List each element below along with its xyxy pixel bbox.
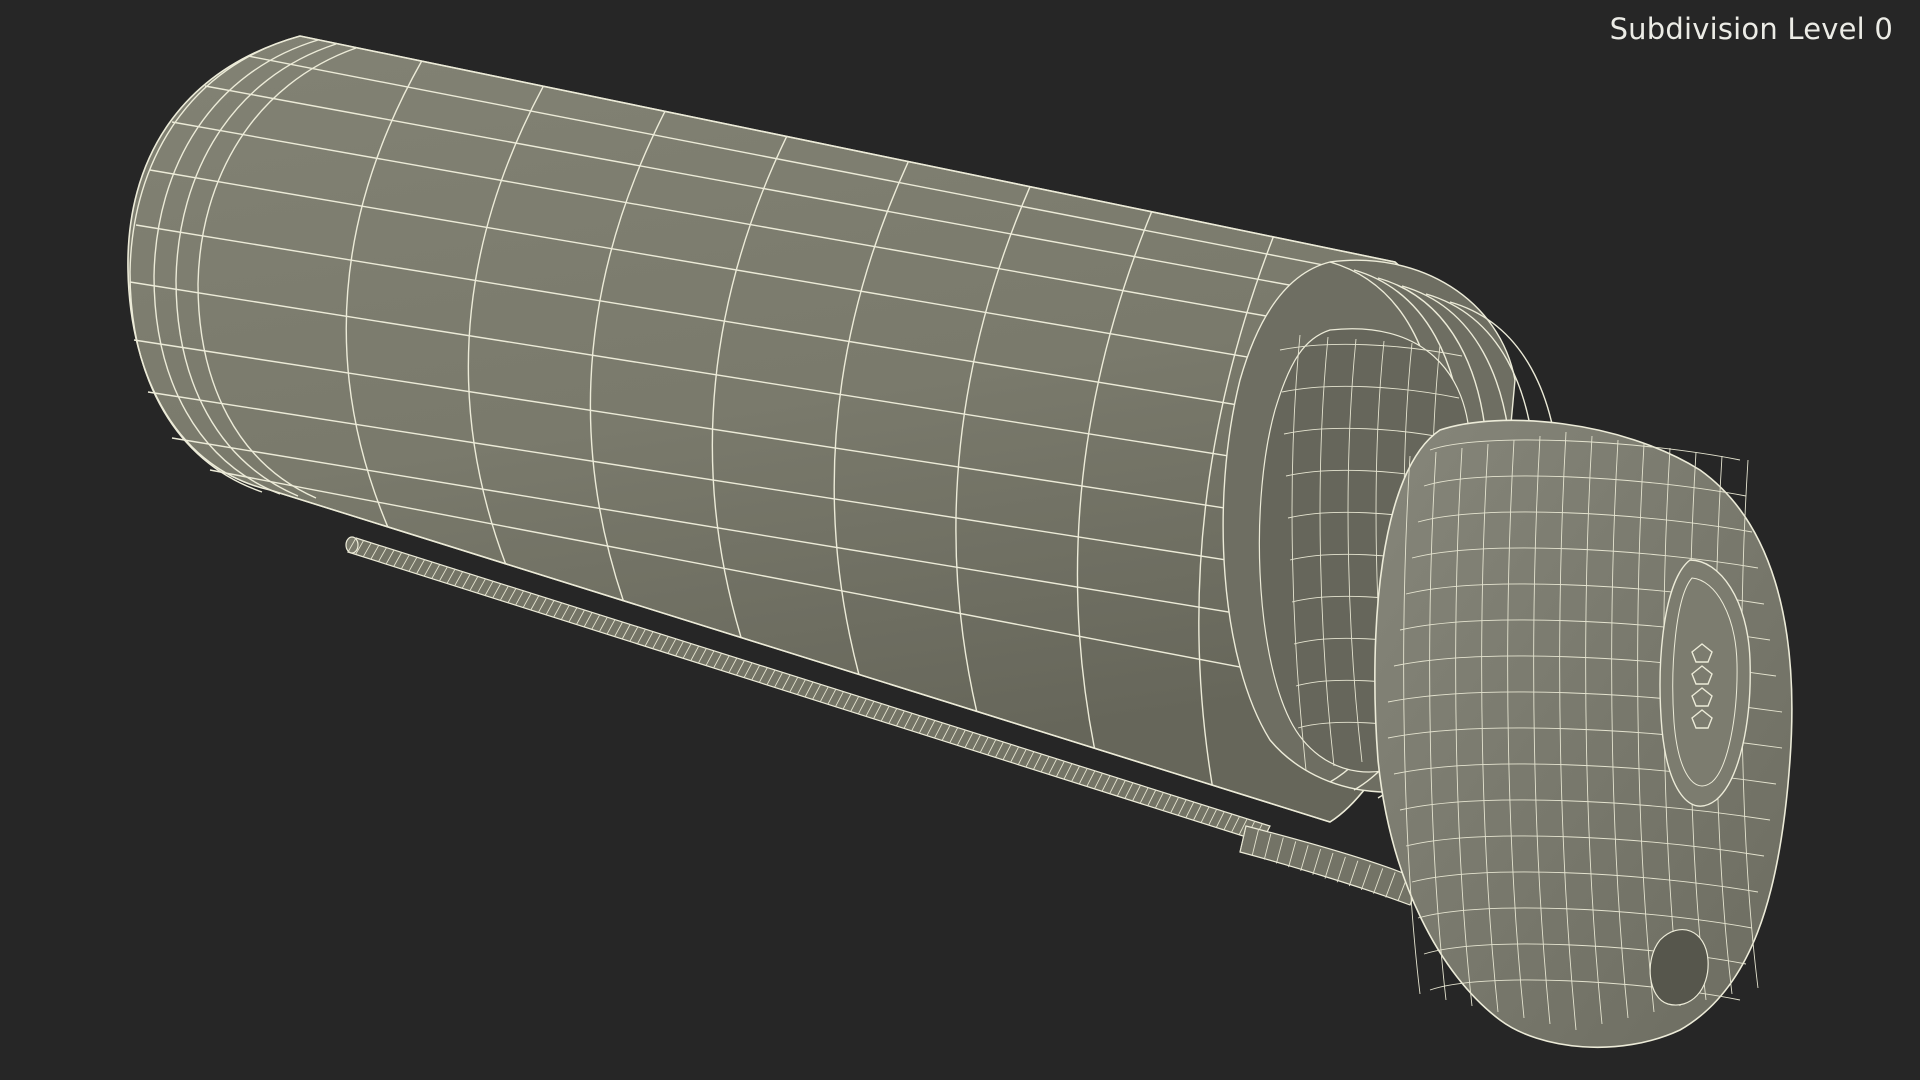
3d-viewport: Subdivision Level 0	[0, 0, 1920, 1080]
wireframe-render	[127, 35, 1793, 1049]
end-cap	[1374, 419, 1793, 1049]
subdivision-level-label: Subdivision Level 0	[1609, 12, 1893, 46]
